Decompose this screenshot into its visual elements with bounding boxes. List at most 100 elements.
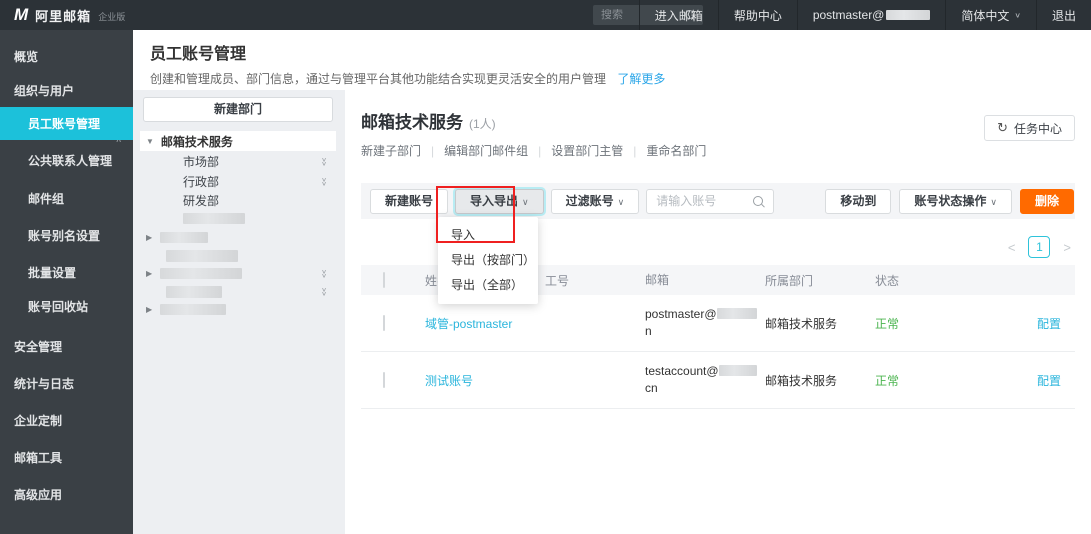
header-status: 状态 bbox=[875, 273, 900, 288]
chevron-down-icon: ∨ bbox=[990, 196, 997, 207]
page-number[interactable]: 1 bbox=[1028, 236, 1051, 258]
set-dept-manager-link[interactable]: 设置部门主管 bbox=[551, 142, 623, 159]
sidebar-group-security[interactable]: 安全管理 ∨ bbox=[0, 338, 133, 355]
status-badge: 正常 bbox=[875, 316, 900, 331]
redacted-text bbox=[160, 268, 242, 279]
search-icon[interactable] bbox=[753, 195, 765, 208]
import-export-button[interactable]: 导入导出 ∨ bbox=[455, 188, 544, 214]
new-department-button[interactable]: 新建部门 bbox=[143, 97, 333, 122]
caret-right-icon[interactable]: ▶ bbox=[146, 305, 152, 314]
account-search[interactable] bbox=[646, 188, 775, 214]
dept-sort-icon[interactable]: ∨ ∨ bbox=[321, 156, 327, 166]
sidebar-item-overview[interactable]: 概览 bbox=[0, 48, 133, 65]
filter-account-button[interactable]: 过滤账号 ∨ bbox=[550, 188, 640, 214]
subtitle-text: 创建和管理成员、部门信息，通过与管理平台其他功能结合实现更灵活安全的用户管理 bbox=[150, 72, 607, 86]
account-name: postmaster@ bbox=[812, 8, 885, 22]
menu-item-import[interactable]: 导入 bbox=[438, 223, 538, 248]
row-checkbox[interactable] bbox=[383, 315, 385, 331]
redacted-text bbox=[716, 308, 757, 319]
tree-node-redacted[interactable]: ▶ ∨ ∨ bbox=[133, 264, 345, 283]
chevron-down-icon: ∨ bbox=[617, 196, 625, 207]
redacted-text bbox=[718, 365, 757, 376]
redacted-text bbox=[166, 285, 222, 298]
caret-down-icon[interactable]: ▼ bbox=[146, 137, 154, 146]
delete-button[interactable]: 删除 bbox=[1019, 188, 1074, 214]
sidebar-group-mail-tools[interactable]: 邮箱工具 ∨ bbox=[0, 449, 133, 466]
row-checkbox[interactable] bbox=[383, 372, 385, 388]
sidebar-group-org-users[interactable]: 组织与用户 ∧ bbox=[0, 82, 133, 144]
header-department: 所属部门 bbox=[765, 273, 814, 288]
language-selector[interactable]: 简体中文 ∨ bbox=[945, 0, 1036, 30]
tree-node-redacted[interactable]: ▶ bbox=[133, 300, 345, 319]
enterprise-custom-label: 企业定制 bbox=[14, 414, 63, 428]
app-window: M 阿里邮箱 企业版 进入邮箱 帮助中心 postmaster@ 简体中文 ∨ … bbox=[0, 0, 1091, 534]
tree-node-rd[interactable]: 研发部 bbox=[133, 191, 345, 210]
page-subtitle: 创建和管理成员、部门信息，通过与管理平台其他功能结合实现更灵活安全的用户管理 了… bbox=[150, 70, 665, 87]
dept-sort-icon[interactable]: ∨ ∨ bbox=[321, 176, 327, 186]
help-center-button[interactable]: 帮助中心 bbox=[717, 0, 797, 30]
dept-label: 行政部 bbox=[183, 175, 220, 189]
dept-sort-icon[interactable]: ∨ ∨ bbox=[321, 286, 327, 296]
tree-node-admin[interactable]: 行政部 ∨ ∨ bbox=[133, 172, 345, 191]
sidebar-item-employee-accounts[interactable]: 员工账号管理 bbox=[0, 107, 133, 140]
header-employee-id: 工号 bbox=[545, 273, 570, 288]
menu-item-export-by-dept[interactable]: 导出（按部门） bbox=[438, 248, 538, 273]
sidebar-group-stats-logs[interactable]: 统计与日志 ∨ bbox=[0, 375, 133, 392]
sidebar-item-batch-settings[interactable]: 批量设置 bbox=[0, 264, 133, 281]
caret-right-icon[interactable]: ▶ bbox=[146, 233, 152, 242]
filter-label: 过滤账号 bbox=[565, 193, 614, 208]
redacted-text bbox=[166, 249, 238, 262]
task-center-button[interactable]: ↻ 任务中心 bbox=[984, 115, 1075, 141]
tree-node-redacted[interactable]: ▶ bbox=[133, 228, 345, 247]
stats-logs-label: 统计与日志 bbox=[14, 377, 75, 391]
logout-button[interactable]: 退出 bbox=[1035, 0, 1091, 30]
department-cell: 邮箱技术服务 bbox=[765, 373, 838, 388]
configure-link[interactable]: 配置 bbox=[1037, 317, 1061, 331]
account-name-link[interactable]: 域管-postmaster bbox=[425, 317, 512, 331]
move-to-button[interactable]: 移动到 bbox=[825, 188, 892, 214]
rename-dept-link[interactable]: 重命名部门 bbox=[646, 142, 706, 159]
account-name-link[interactable]: 测试账号 bbox=[425, 374, 473, 388]
topbar: M 阿里邮箱 企业版 进入邮箱 帮助中心 postmaster@ 简体中文 ∨ … bbox=[0, 0, 1091, 30]
main-content: 邮箱技术服务 (1人) 新建子部门 | 编辑部门邮件组 | 设置部门主管 | 重命名部门… bbox=[345, 90, 1091, 534]
brand-m-icon: M bbox=[14, 5, 28, 24]
select-all-checkbox[interactable] bbox=[383, 272, 385, 288]
next-page-icon[interactable]: > bbox=[1059, 240, 1075, 255]
redacted-text bbox=[160, 304, 226, 315]
email-cell: postmaster@ n bbox=[645, 306, 765, 340]
sidebar-item-recycle-bin[interactable]: 账号回收站 bbox=[0, 298, 133, 315]
configure-link[interactable]: 配置 bbox=[1037, 374, 1061, 388]
language-label: 简体中文 bbox=[961, 8, 1010, 23]
enter-mailbox-button[interactable]: 进入邮箱 bbox=[638, 0, 718, 30]
caret-right-icon[interactable]: ▶ bbox=[146, 269, 152, 278]
status-ops-label: 账号状态操作 bbox=[914, 193, 987, 208]
new-account-button[interactable]: 新建账号 bbox=[370, 188, 449, 214]
menu-item-export-all[interactable]: 导出（全部） bbox=[438, 273, 538, 298]
edit-dept-mailgroup-link[interactable]: 编辑部门邮件组 bbox=[444, 142, 528, 159]
import-export-label: 导入导出 bbox=[470, 193, 519, 208]
learn-more-link[interactable]: 了解更多 bbox=[617, 72, 665, 86]
account-search-input[interactable] bbox=[647, 189, 746, 213]
account-menu[interactable]: postmaster@ bbox=[796, 0, 946, 30]
logout-label: 退出 bbox=[1051, 8, 1076, 23]
department-name: 邮箱技术服务 bbox=[361, 113, 463, 132]
org-users-label: 组织与用户 bbox=[14, 84, 75, 98]
status-badge: 正常 bbox=[875, 373, 900, 388]
sidebar-group-enterprise-custom[interactable]: 企业定制 ∨ bbox=[0, 412, 133, 429]
tree-node-root[interactable]: ▼ 邮箱技术服务 bbox=[140, 131, 336, 151]
dept-sort-icon[interactable]: ∨ ∨ bbox=[321, 268, 327, 278]
prev-page-icon[interactable]: < bbox=[1004, 240, 1020, 255]
account-status-ops-button[interactable]: 账号状态操作 ∨ bbox=[899, 188, 1012, 214]
sidebar-group-advanced-apps[interactable]: 高级应用 ∨ bbox=[0, 486, 133, 503]
department-title: 邮箱技术服务 (1人) bbox=[361, 108, 496, 133]
sidebar-item-public-contacts[interactable]: 公共联系人管理 bbox=[0, 152, 133, 169]
tree-node-redacted[interactable] bbox=[133, 209, 345, 228]
new-subdept-link[interactable]: 新建子部门 bbox=[361, 142, 421, 159]
topbar-nav: 进入邮箱 帮助中心 postmaster@ 简体中文 ∨ 退出 bbox=[638, 0, 1091, 30]
tree-node-redacted[interactable] bbox=[133, 246, 345, 265]
sidebar-item-account-alias[interactable]: 账号别名设置 bbox=[0, 227, 133, 244]
tree-node-redacted[interactable]: ∨ ∨ bbox=[133, 282, 345, 301]
sidebar-item-mail-groups[interactable]: 邮件组 bbox=[0, 190, 133, 207]
redacted-text bbox=[160, 232, 208, 243]
tree-node-marketing[interactable]: 市场部 ∨ ∨ bbox=[133, 152, 345, 171]
